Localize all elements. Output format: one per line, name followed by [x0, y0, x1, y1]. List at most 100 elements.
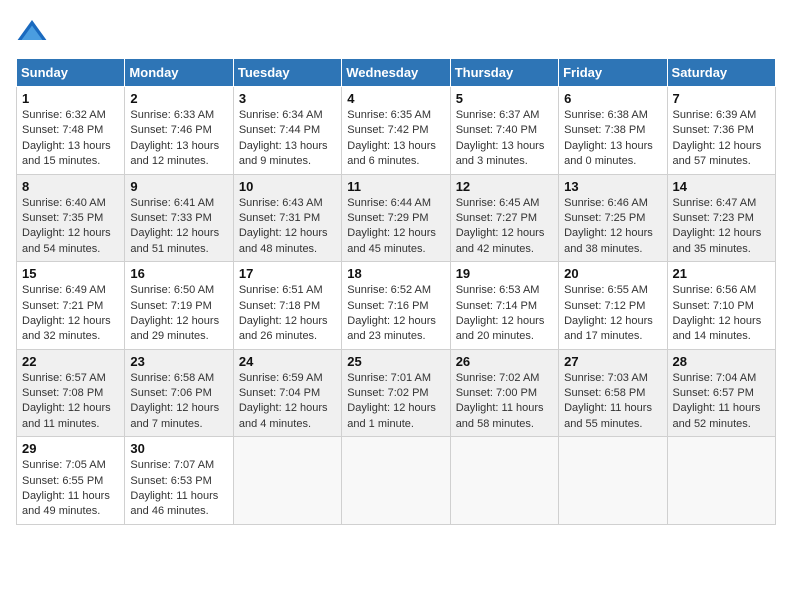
page-header — [16, 16, 776, 48]
day-number: 26 — [456, 354, 553, 369]
day-info: Sunrise: 6:47 AM Sunset: 7:23 PM Dayligh… — [673, 196, 770, 258]
calendar-row: 22 Sunrise: 6:57 AM Sunset: 7:08 PM Dayli… — [17, 349, 776, 437]
header-cell-saturday: Saturday — [667, 59, 775, 87]
header-cell-sunday: Sunday — [17, 59, 125, 87]
calendar-cell: 11Sunrise: 6:44 AM Sunset: 7:29 PM Dayli… — [342, 174, 450, 262]
day-number: 28 — [673, 354, 770, 369]
calendar-row: 29 Sunrise: 7:05 AM Sunset: 6:55 PM Dayli… — [17, 437, 776, 525]
day-info: Sunrise: 6:53 AM Sunset: 7:14 PM Dayligh… — [456, 283, 553, 345]
calendar-cell: 23Sunrise: 6:58 AM Sunset: 7:06 PM Dayli… — [125, 349, 233, 437]
calendar-cell: 18 Sunrise: 6:52 AM Sunset: 7:16 PM Dayli… — [342, 262, 450, 350]
header-cell-wednesday: Wednesday — [342, 59, 450, 87]
day-info: Sunrise: 7:01 AM Sunset: 7:02 PM Dayligh… — [347, 371, 444, 433]
logo — [16, 16, 52, 48]
header-cell-monday: Monday — [125, 59, 233, 87]
day-info: Sunrise: 6:49 AM Sunset: 7:21 PM Dayligh… — [22, 283, 119, 345]
calendar-cell: 10Sunrise: 6:43 AM Sunset: 7:31 PM Dayli… — [233, 174, 341, 262]
calendar-row: 8Sunrise: 6:40 AM Sunset: 7:35 PM Daylig… — [17, 174, 776, 262]
day-number: 22 — [22, 354, 119, 369]
calendar-header: SundayMondayTuesdayWednesdayThursdayFrid… — [17, 59, 776, 87]
calendar-row: 1 Sunrise: 6:32 AM Sunset: 7:48 PM Daylig… — [17, 87, 776, 175]
day-info: Sunrise: 7:07 AM Sunset: 6:53 PM Dayligh… — [130, 458, 227, 520]
day-info: Sunrise: 6:52 AM Sunset: 7:16 PM Dayligh… — [347, 283, 444, 345]
day-number: 21 — [673, 266, 770, 281]
day-number: 19 — [456, 266, 553, 281]
calendar-cell: 21Sunrise: 6:56 AM Sunset: 7:10 PM Dayli… — [667, 262, 775, 350]
calendar-cell: 25 Sunrise: 7:01 AM Sunset: 7:02 PM Dayli… — [342, 349, 450, 437]
day-info: Sunrise: 6:45 AM Sunset: 7:27 PM Dayligh… — [456, 196, 553, 258]
day-number: 12 — [456, 179, 553, 194]
calendar-cell — [233, 437, 341, 525]
calendar-cell: 29 Sunrise: 7:05 AM Sunset: 6:55 PM Dayli… — [17, 437, 125, 525]
day-info: Sunrise: 6:38 AM Sunset: 7:38 PM Dayligh… — [564, 108, 661, 170]
day-info: Sunrise: 6:46 AM Sunset: 7:25 PM Dayligh… — [564, 196, 661, 258]
header-cell-friday: Friday — [559, 59, 667, 87]
day-number: 30 — [130, 441, 227, 456]
calendar-cell: 9Sunrise: 6:41 AM Sunset: 7:33 PM Daylig… — [125, 174, 233, 262]
logo-icon — [16, 16, 48, 48]
day-info: Sunrise: 7:05 AM Sunset: 6:55 PM Dayligh… — [22, 458, 119, 520]
day-number: 1 — [22, 91, 119, 106]
header-cell-tuesday: Tuesday — [233, 59, 341, 87]
calendar-cell: 16 Sunrise: 6:50 AM Sunset: 7:19 PM Dayli… — [125, 262, 233, 350]
calendar-table: SundayMondayTuesdayWednesdayThursdayFrid… — [16, 58, 776, 525]
calendar-cell: 19 Sunrise: 6:53 AM Sunset: 7:14 PM Dayli… — [450, 262, 558, 350]
day-info: Sunrise: 6:58 AM Sunset: 7:06 PM Dayligh… — [130, 371, 227, 433]
day-info: Sunrise: 6:55 AM Sunset: 7:12 PM Dayligh… — [564, 283, 661, 345]
calendar-cell — [342, 437, 450, 525]
day-number: 7 — [673, 91, 770, 106]
calendar-cell: 1 Sunrise: 6:32 AM Sunset: 7:48 PM Daylig… — [17, 87, 125, 175]
calendar-row: 15Sunrise: 6:49 AM Sunset: 7:21 PM Dayli… — [17, 262, 776, 350]
day-number: 16 — [130, 266, 227, 281]
day-info: Sunrise: 6:51 AM Sunset: 7:18 PM Dayligh… — [239, 283, 336, 345]
calendar-cell: 22 Sunrise: 6:57 AM Sunset: 7:08 PM Dayli… — [17, 349, 125, 437]
calendar-cell: 30 Sunrise: 7:07 AM Sunset: 6:53 PM Dayli… — [125, 437, 233, 525]
calendar-cell — [667, 437, 775, 525]
day-info: Sunrise: 6:57 AM Sunset: 7:08 PM Dayligh… — [22, 371, 119, 433]
calendar-cell: 26 Sunrise: 7:02 AM Sunset: 7:00 PM Dayli… — [450, 349, 558, 437]
day-number: 3 — [239, 91, 336, 106]
calendar-cell: 8Sunrise: 6:40 AM Sunset: 7:35 PM Daylig… — [17, 174, 125, 262]
calendar-cell: 7 Sunrise: 6:39 AM Sunset: 7:36 PM Daylig… — [667, 87, 775, 175]
day-info: Sunrise: 6:40 AM Sunset: 7:35 PM Dayligh… — [22, 196, 119, 258]
day-number: 17 — [239, 266, 336, 281]
header-cell-thursday: Thursday — [450, 59, 558, 87]
calendar-cell: 17 Sunrise: 6:51 AM Sunset: 7:18 PM Dayli… — [233, 262, 341, 350]
calendar-cell: 15Sunrise: 6:49 AM Sunset: 7:21 PM Dayli… — [17, 262, 125, 350]
day-info: Sunrise: 6:44 AM Sunset: 7:29 PM Dayligh… — [347, 196, 444, 258]
calendar-cell: 13 Sunrise: 6:46 AM Sunset: 7:25 PM Dayli… — [559, 174, 667, 262]
day-info: Sunrise: 6:39 AM Sunset: 7:36 PM Dayligh… — [673, 108, 770, 170]
day-info: Sunrise: 7:02 AM Sunset: 7:00 PM Dayligh… — [456, 371, 553, 433]
day-number: 10 — [239, 179, 336, 194]
day-info: Sunrise: 7:03 AM Sunset: 6:58 PM Dayligh… — [564, 371, 661, 433]
day-number: 18 — [347, 266, 444, 281]
day-info: Sunrise: 6:37 AM Sunset: 7:40 PM Dayligh… — [456, 108, 553, 170]
day-number: 25 — [347, 354, 444, 369]
calendar-cell: 28 Sunrise: 7:04 AM Sunset: 6:57 PM Dayli… — [667, 349, 775, 437]
calendar-cell: 12 Sunrise: 6:45 AM Sunset: 7:27 PM Dayli… — [450, 174, 558, 262]
calendar-cell: 2Sunrise: 6:33 AM Sunset: 7:46 PM Daylig… — [125, 87, 233, 175]
calendar-cell: 14 Sunrise: 6:47 AM Sunset: 7:23 PM Dayli… — [667, 174, 775, 262]
calendar-cell — [450, 437, 558, 525]
day-info: Sunrise: 7:04 AM Sunset: 6:57 PM Dayligh… — [673, 371, 770, 433]
calendar-cell: 27 Sunrise: 7:03 AM Sunset: 6:58 PM Dayli… — [559, 349, 667, 437]
day-number: 6 — [564, 91, 661, 106]
calendar-cell: 3Sunrise: 6:34 AM Sunset: 7:44 PM Daylig… — [233, 87, 341, 175]
day-number: 2 — [130, 91, 227, 106]
day-info: Sunrise: 6:41 AM Sunset: 7:33 PM Dayligh… — [130, 196, 227, 258]
calendar-cell: 24Sunrise: 6:59 AM Sunset: 7:04 PM Dayli… — [233, 349, 341, 437]
calendar-cell — [559, 437, 667, 525]
day-info: Sunrise: 6:59 AM Sunset: 7:04 PM Dayligh… — [239, 371, 336, 433]
day-number: 20 — [564, 266, 661, 281]
day-info: Sunrise: 6:32 AM Sunset: 7:48 PM Dayligh… — [22, 108, 119, 170]
day-number: 27 — [564, 354, 661, 369]
day-number: 13 — [564, 179, 661, 194]
day-number: 14 — [673, 179, 770, 194]
day-info: Sunrise: 6:35 AM Sunset: 7:42 PM Dayligh… — [347, 108, 444, 170]
calendar-cell: 4 Sunrise: 6:35 AM Sunset: 7:42 PM Daylig… — [342, 87, 450, 175]
day-info: Sunrise: 6:50 AM Sunset: 7:19 PM Dayligh… — [130, 283, 227, 345]
calendar-cell: 6 Sunrise: 6:38 AM Sunset: 7:38 PM Daylig… — [559, 87, 667, 175]
calendar-cell: 20 Sunrise: 6:55 AM Sunset: 7:12 PM Dayli… — [559, 262, 667, 350]
day-number: 29 — [22, 441, 119, 456]
day-number: 4 — [347, 91, 444, 106]
